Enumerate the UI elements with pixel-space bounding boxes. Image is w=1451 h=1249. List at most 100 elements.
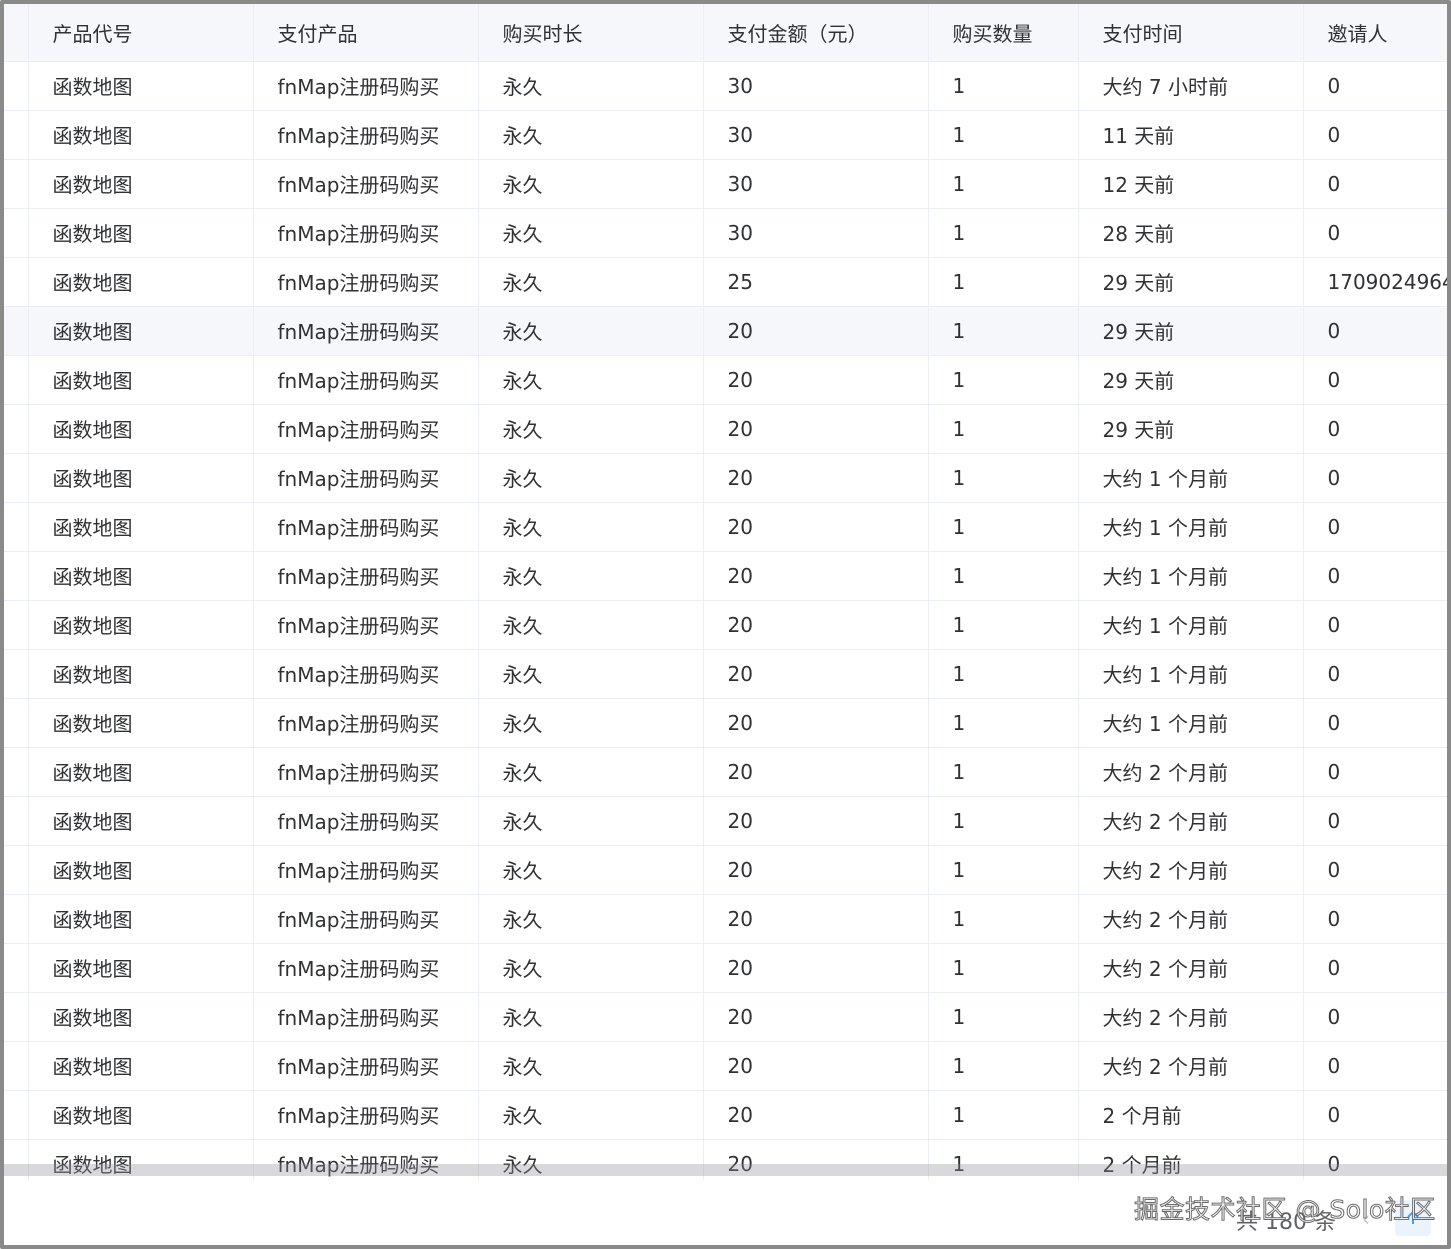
cell-quantity: 1 — [928, 796, 1079, 846]
orders-table: 产品代号 支付产品 购买时长 支付金额（元） 购买数量 支付时间 邀请人 函数地… — [4, 4, 1447, 1180]
table-row[interactable]: 函数地图 fnMap注册码购买 永久 20 1 大约 2 个月前 0 — [4, 894, 1447, 944]
table-row[interactable]: 函数地图 fnMap注册码购买 永久 20 1 大约 1 个月前 0 — [4, 649, 1447, 699]
cell-pay-product: fnMap注册码购买 — [253, 698, 479, 748]
cell-duration: 永久 — [478, 551, 704, 601]
cell-quantity: 1 — [928, 453, 1079, 503]
cell-quantity: 1 — [928, 1041, 1079, 1091]
cell-pay-product: fnMap注册码购买 — [253, 894, 479, 944]
row-leading-cell — [4, 894, 29, 944]
cell-inviter: 0 — [1303, 943, 1447, 993]
cell-product-code: 函数地图 — [28, 257, 254, 307]
table-row[interactable]: 函数地图 fnMap注册码购买 永久 20 1 大约 1 个月前 0 — [4, 453, 1447, 503]
cell-product-code: 函数地图 — [28, 845, 254, 895]
cell-product-code: 函数地图 — [28, 1090, 254, 1140]
cell-product-code: 函数地图 — [28, 208, 254, 258]
cell-pay-product: fnMap注册码购买 — [253, 208, 479, 258]
cell-amount: 20 — [703, 845, 929, 895]
cell-duration: 永久 — [478, 110, 704, 160]
cell-amount: 20 — [703, 649, 929, 699]
header-product-code[interactable]: 产品代号 — [28, 4, 254, 62]
table-row[interactable]: 函数地图 fnMap注册码购买 永久 25 1 29 天前 1709024964 — [4, 257, 1447, 307]
row-leading-cell — [4, 453, 29, 503]
cell-inviter: 0 — [1303, 1090, 1447, 1140]
cell-product-code: 函数地图 — [28, 649, 254, 699]
table-row[interactable]: 函数地图 fnMap注册码购买 永久 20 1 大约 2 个月前 0 — [4, 796, 1447, 846]
table-row[interactable]: 函数地图 fnMap注册码购买 永久 30 1 28 天前 0 — [4, 208, 1447, 258]
app-window: 产品代号 支付产品 购买时长 支付金额（元） 购买数量 支付时间 邀请人 函数地… — [0, 0, 1451, 1249]
cell-inviter: 0 — [1303, 649, 1447, 699]
cell-amount: 20 — [703, 992, 929, 1042]
header-amount[interactable]: 支付金额（元） — [703, 4, 929, 62]
cell-inviter: 0 — [1303, 306, 1447, 356]
header-pay-time[interactable]: 支付时间 — [1078, 4, 1304, 62]
row-leading-cell — [4, 159, 29, 209]
table-row[interactable]: 函数地图 fnMap注册码购买 永久 20 1 大约 2 个月前 0 — [4, 747, 1447, 797]
cell-pay-product: fnMap注册码购买 — [253, 257, 479, 307]
cell-pay-product: fnMap注册码购买 — [253, 992, 479, 1042]
cell-amount: 20 — [703, 453, 929, 503]
cell-product-code: 函数地图 — [28, 698, 254, 748]
cell-duration: 永久 — [478, 698, 704, 748]
table-row[interactable]: 函数地图 fnMap注册码购买 永久 20 1 29 天前 0 — [4, 355, 1447, 405]
horizontal-scrollbar[interactable] — [4, 1164, 1447, 1176]
cell-product-code: 函数地图 — [28, 61, 254, 111]
table-row[interactable]: 函数地图 fnMap注册码购买 永久 20 1 大约 1 个月前 0 — [4, 698, 1447, 748]
cell-product-code: 函数地图 — [28, 502, 254, 552]
cell-amount: 20 — [703, 1041, 929, 1091]
row-leading-cell — [4, 61, 29, 111]
table-row[interactable]: 函数地图 fnMap注册码购买 永久 20 1 2 个月前 0 — [4, 1090, 1447, 1140]
cell-inviter: 0 — [1303, 404, 1447, 454]
cell-pay-time: 大约 2 个月前 — [1078, 943, 1304, 993]
table-row[interactable]: 函数地图 fnMap注册码购买 永久 30 1 11 天前 0 — [4, 110, 1447, 160]
cell-duration: 永久 — [478, 502, 704, 552]
cell-amount: 20 — [703, 698, 929, 748]
cell-pay-time: 12 天前 — [1078, 159, 1304, 209]
cell-duration: 永久 — [478, 600, 704, 650]
cell-product-code: 函数地图 — [28, 551, 254, 601]
cell-inviter: 0 — [1303, 747, 1447, 797]
cell-pay-time: 大约 2 个月前 — [1078, 894, 1304, 944]
table-row[interactable]: 函数地图 fnMap注册码购买 永久 20 1 大约 1 个月前 0 — [4, 600, 1447, 650]
cell-quantity: 1 — [928, 894, 1079, 944]
header-duration[interactable]: 购买时长 — [478, 4, 704, 62]
cell-pay-time: 大约 1 个月前 — [1078, 600, 1304, 650]
table-row[interactable]: 函数地图 fnMap注册码购买 永久 30 1 12 天前 0 — [4, 159, 1447, 209]
cell-pay-product: fnMap注册码购买 — [253, 943, 479, 993]
cell-pay-time: 2 个月前 — [1078, 1090, 1304, 1140]
row-leading-cell — [4, 208, 29, 258]
table-row[interactable]: 函数地图 fnMap注册码购买 永久 20 1 大约 2 个月前 0 — [4, 992, 1447, 1042]
cell-quantity: 1 — [928, 159, 1079, 209]
cell-duration: 永久 — [478, 894, 704, 944]
cell-amount: 30 — [703, 110, 929, 160]
cell-inviter: 0 — [1303, 551, 1447, 601]
cell-pay-time: 大约 1 个月前 — [1078, 453, 1304, 503]
header-pay-product[interactable]: 支付产品 — [253, 4, 479, 62]
cell-duration: 永久 — [478, 404, 704, 454]
table-row[interactable]: 函数地图 fnMap注册码购买 永久 20 1 大约 2 个月前 0 — [4, 845, 1447, 895]
header-inviter[interactable]: 邀请人 — [1303, 4, 1447, 62]
cell-pay-product: fnMap注册码购买 — [253, 1090, 479, 1140]
cell-inviter: 0 — [1303, 110, 1447, 160]
table-row[interactable]: 函数地图 fnMap注册码购买 永久 20 1 大约 1 个月前 0 — [4, 502, 1447, 552]
header-quantity[interactable]: 购买数量 — [928, 4, 1079, 62]
cell-quantity: 1 — [928, 502, 1079, 552]
table-row[interactable]: 函数地图 fnMap注册码购买 永久 20 1 大约 2 个月前 0 — [4, 1041, 1447, 1091]
orders-table-container[interactable]: 产品代号 支付产品 购买时长 支付金额（元） 购买数量 支付时间 邀请人 函数地… — [4, 4, 1447, 1180]
row-leading-cell — [4, 943, 29, 993]
table-row[interactable]: 函数地图 fnMap注册码购买 永久 20 1 29 天前 0 — [4, 306, 1447, 356]
table-row[interactable]: 函数地图 fnMap注册码购买 永久 30 1 大约 7 小时前 0 — [4, 61, 1447, 111]
row-leading-cell — [4, 551, 29, 601]
table-row[interactable]: 函数地图 fnMap注册码购买 永久 20 1 大约 2 个月前 0 — [4, 943, 1447, 993]
cell-quantity: 1 — [928, 845, 1079, 895]
cell-pay-product: fnMap注册码购买 — [253, 747, 479, 797]
cell-duration: 永久 — [478, 257, 704, 307]
cell-quantity: 1 — [928, 1090, 1079, 1140]
cell-inviter: 0 — [1303, 894, 1447, 944]
table-row[interactable]: 函数地图 fnMap注册码购买 永久 20 1 29 天前 0 — [4, 404, 1447, 454]
cell-product-code: 函数地图 — [28, 796, 254, 846]
row-leading-cell — [4, 257, 29, 307]
cell-duration: 永久 — [478, 992, 704, 1042]
table-row[interactable]: 函数地图 fnMap注册码购买 永久 20 1 大约 1 个月前 0 — [4, 551, 1447, 601]
cell-product-code: 函数地图 — [28, 404, 254, 454]
cell-duration: 永久 — [478, 453, 704, 503]
